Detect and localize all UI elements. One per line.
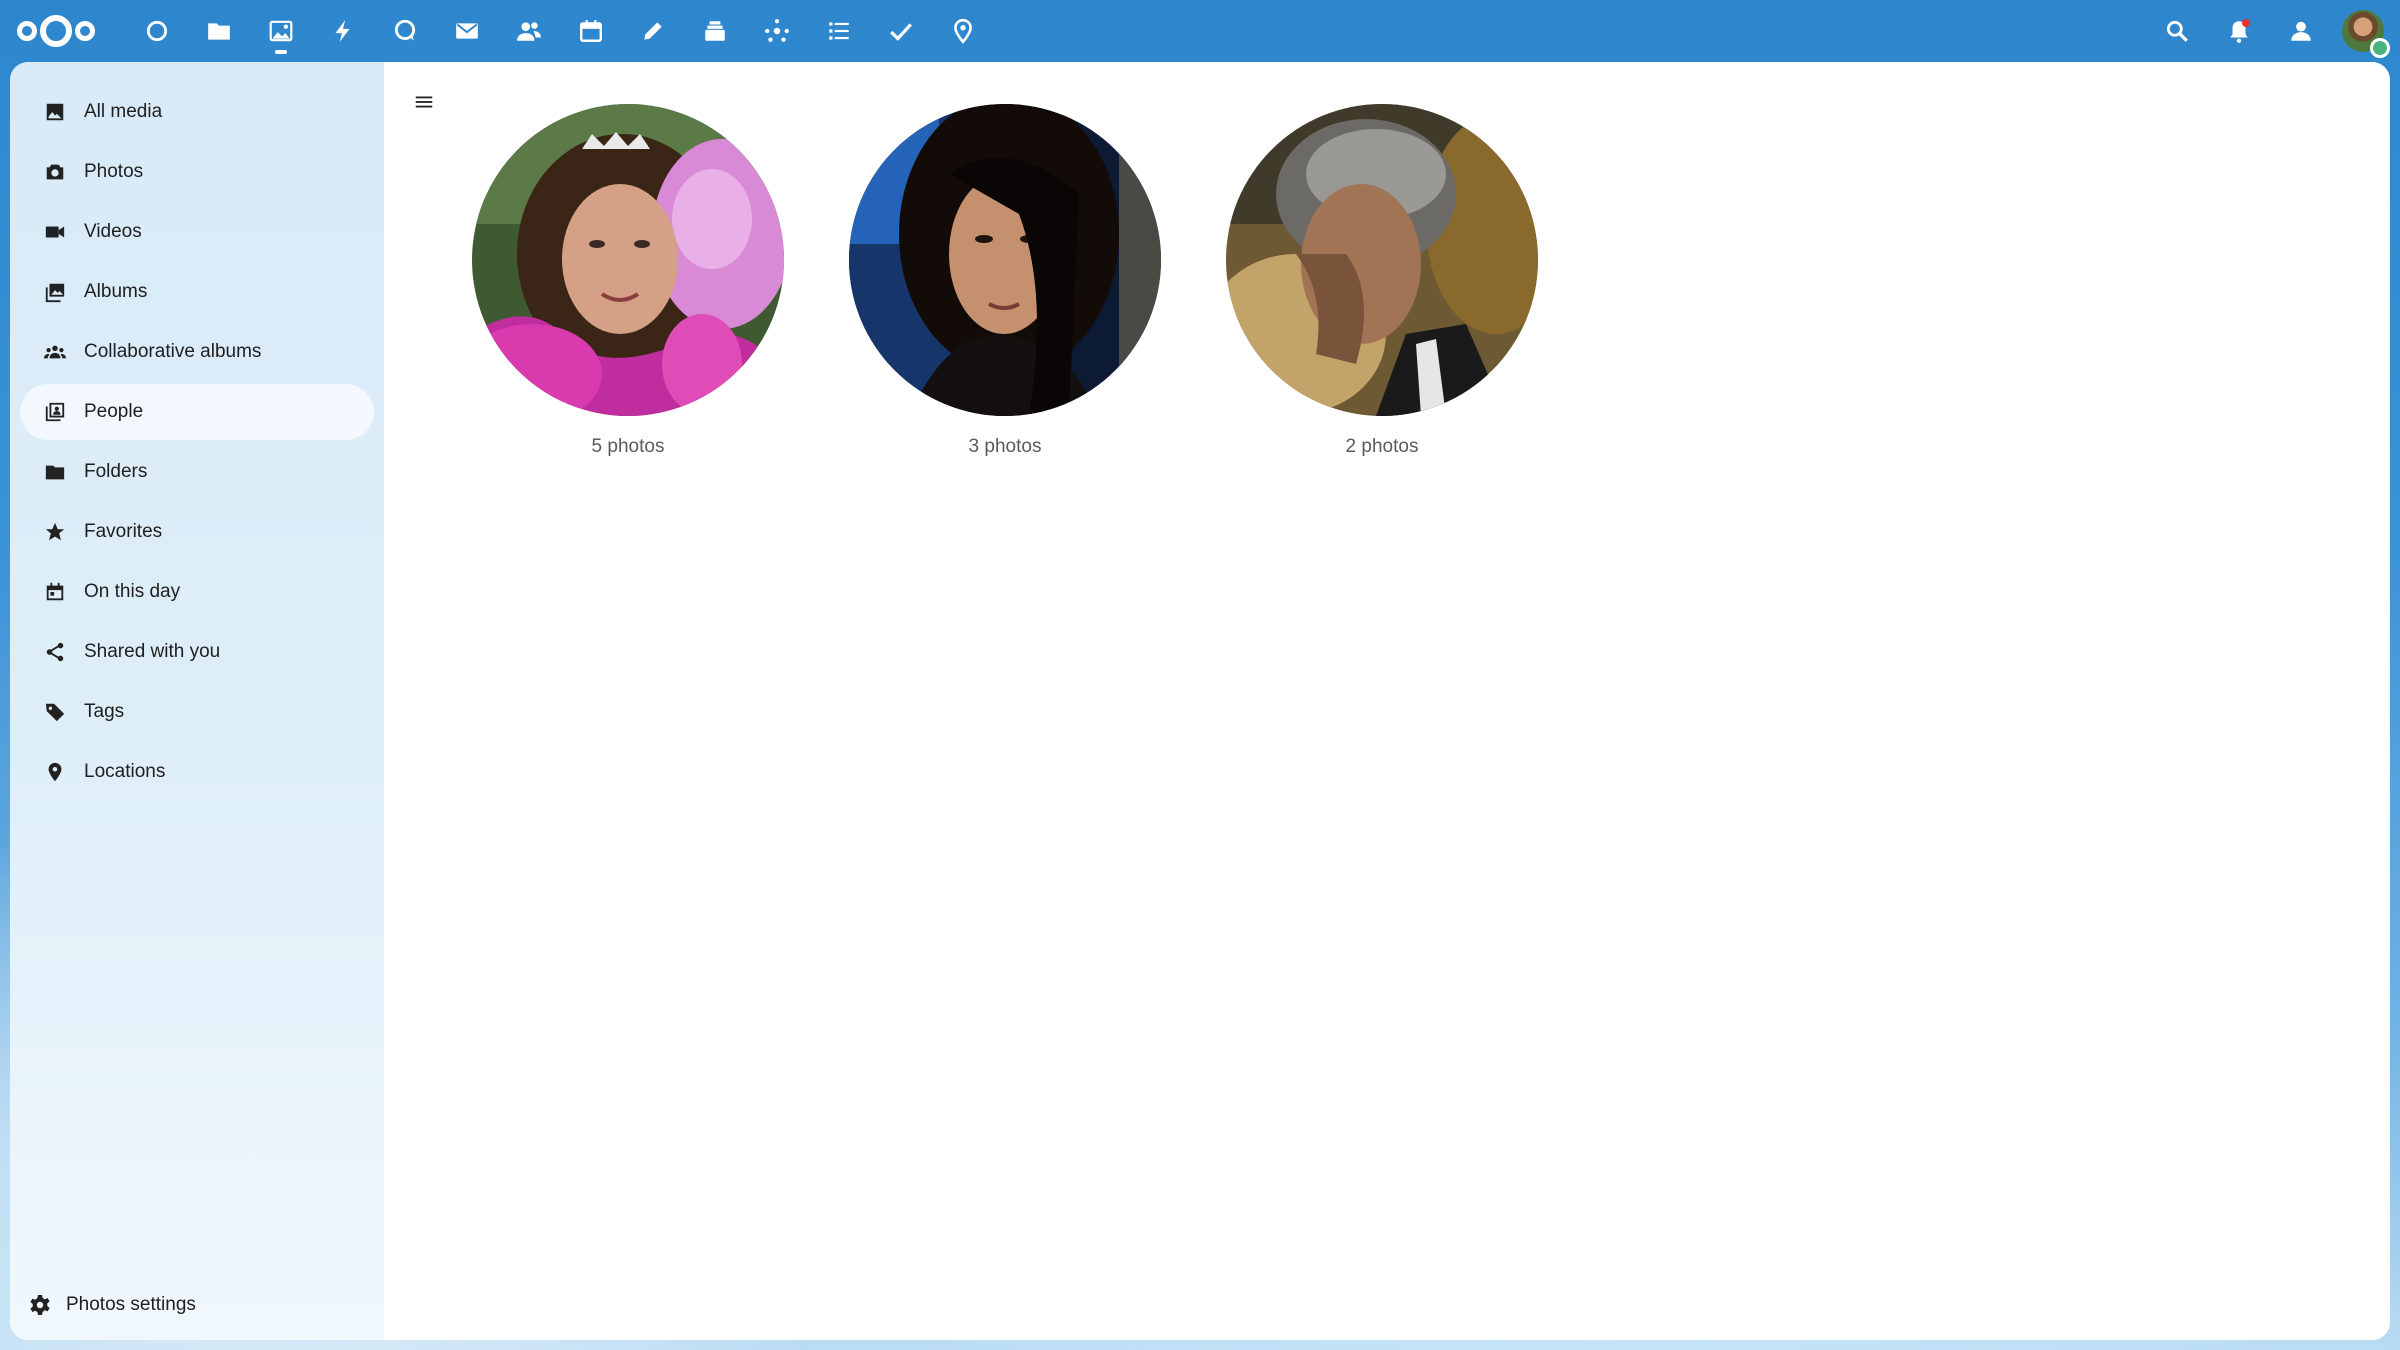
sidebar-item-label: Photos [84,161,144,182]
main-content: 5 photos 3 photos 2 photos [384,62,2390,1340]
sidebar-item-label: Locations [84,761,166,782]
person-face-thumbnail[interactable] [849,104,1161,416]
sidebar-item-on-this-day[interactable]: On this day [20,564,374,620]
calendar-icon [46,582,64,601]
sidebar-item-collaborative-albums[interactable]: Collaborative albums [20,324,374,380]
star-icon [45,522,65,541]
app-menu [126,0,994,62]
deck-icon[interactable] [684,0,746,62]
tasks-icon[interactable] [808,0,870,62]
sidebar-item-label: Folders [84,461,148,482]
location-icon [48,762,62,782]
sidebar-item-photos[interactable]: Photos [20,144,374,200]
contacts-icon[interactable] [498,0,560,62]
sidebar-item-label: Albums [84,281,148,302]
header-right-menu [2146,0,2400,62]
sidebar-item-folders[interactable]: Folders [20,444,374,500]
sidebar-item-favorites[interactable]: Favorites [20,504,374,560]
sidebar-item-tags[interactable]: Tags [20,684,374,740]
person-photo-count: 2 photos [1345,436,1419,457]
video-icon [45,226,65,238]
sidebar-item-label: Tags [84,701,125,722]
contacts-menu-icon[interactable] [2270,0,2332,62]
app-window: All media Photos Videos Albums Collabora… [10,62,2390,1340]
maps-icon[interactable] [932,0,994,62]
dashboard-icon[interactable] [126,0,188,62]
activity-icon[interactable] [312,0,374,62]
camera-icon [46,164,64,180]
talk-icon[interactable] [374,0,436,62]
sidebar-item-albums[interactable]: Albums [20,264,374,320]
people-icon [45,402,65,422]
notification-badge [2242,19,2250,27]
sidebar-item-label: Videos [84,221,142,242]
albums-icon [45,283,65,303]
person-photo-count: 5 photos [591,436,665,457]
sidebar: All media Photos Videos Albums Collabora… [10,62,384,1340]
person-face-thumbnail[interactable] [1226,104,1538,416]
image-icon [46,103,64,121]
sidebar-item-label: Favorites [84,521,163,542]
photos-settings-label: Photos settings [66,1294,196,1315]
sidebar-item-label: Collaborative albums [84,341,262,362]
photos-settings-button[interactable]: Photos settings [10,1278,384,1332]
hamburger-icon [415,96,433,108]
photos-icon[interactable] [250,0,312,62]
sidebar-item-shared-with-you[interactable]: Shared with you [20,624,374,680]
person-card[interactable]: 2 photos [1226,104,1538,458]
circles-icon[interactable] [746,0,808,62]
sidebar-item-videos[interactable]: Videos [20,204,374,260]
calendar-icon[interactable] [560,0,622,62]
checkmark-icon[interactable] [870,0,932,62]
top-header [0,0,2400,62]
notifications-icon[interactable] [2208,0,2270,62]
group-icon [44,345,66,359]
files-icon[interactable] [188,0,250,62]
gear-icon [30,1295,50,1315]
sidebar-item-label: Shared with you [84,641,221,662]
share-icon [46,642,64,662]
person-card[interactable]: 3 photos [849,104,1161,458]
avatar[interactable] [2342,10,2390,58]
person-photo-count: 3 photos [968,436,1042,457]
folder-icon [45,465,65,480]
toggle-navigation-button[interactable] [402,80,446,124]
sidebar-item-locations[interactable]: Locations [20,744,374,800]
tag-icon [45,703,65,722]
people-grid: 5 photos 3 photos 2 photos [472,104,1538,458]
sidebar-item-label: People [84,401,144,422]
sidebar-item-label: On this day [84,581,181,602]
sidebar-item-all-media[interactable]: All media [20,84,374,140]
person-card[interactable]: 5 photos [472,104,784,458]
nextcloud-logo[interactable] [16,12,96,50]
notes-icon[interactable] [622,0,684,62]
search-icon[interactable] [2146,0,2208,62]
sidebar-item-people[interactable]: People [20,384,374,440]
online-status-icon [2370,38,2390,58]
person-face-thumbnail[interactable] [472,104,784,416]
sidebar-item-label: All media [84,101,163,122]
mail-icon[interactable] [436,0,498,62]
